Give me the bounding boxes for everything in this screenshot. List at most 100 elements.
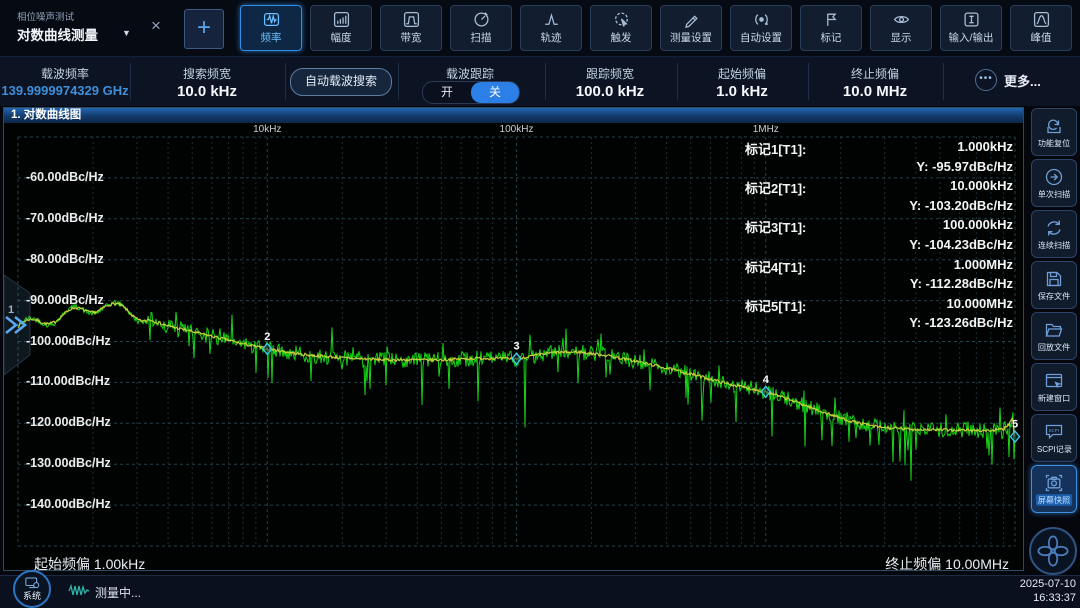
marker-icon [823, 11, 840, 28]
toolbar-tab-display[interactable]: 显示 [870, 5, 932, 51]
marker-readout-row: 标记2[T1]: 10.000kHz [745, 178, 1013, 198]
side-button-screenshot[interactable]: 屏幕快照 [1031, 465, 1077, 513]
replay-icon [1044, 320, 1064, 340]
stop-offset-value[interactable]: 10.0 MHz [843, 83, 907, 100]
tab-label: 峰值 [1031, 30, 1052, 45]
x-tick-label: 10kHz [253, 124, 281, 135]
clock: 2025-07-10 16:33:37 [1020, 577, 1076, 605]
y-tick-label: -80.00dBc/Hz [26, 252, 104, 266]
app-mode-label: 相位噪声测试 [17, 9, 74, 23]
toolbar-tab-auto-setup[interactable]: 自动设置 [730, 5, 792, 51]
side-button-label: 保存文件 [1038, 290, 1070, 301]
tab-label: 输入/输出 [949, 30, 994, 45]
carrier-freq-value[interactable]: 139.9999974329 GHz [1, 83, 128, 98]
y-tick-label: -70.00dBc/Hz [26, 211, 104, 225]
marker-readout-row: 标记3[T1]:100.000kHz [745, 217, 1013, 237]
marker-5-diamond[interactable] [1011, 431, 1020, 442]
toolbar-tab-sweep[interactable]: 扫描 [450, 5, 512, 51]
side-button-cont-sweep[interactable]: 连续扫描 [1031, 210, 1077, 258]
marker-name: 标记1[T1]: [745, 139, 806, 159]
single-sweep-icon [1044, 167, 1064, 187]
parameter-bar: 载波频率 139.9999974329 GHz 搜索频宽 10.0 kHz 自动… [0, 56, 1080, 106]
toolbar-tab-bandwidth[interactable]: 带宽 [380, 5, 442, 51]
divider [285, 63, 286, 100]
toggle-on-option[interactable]: 开 [423, 82, 471, 103]
toolbar-tab-io[interactable]: 输入/输出 [940, 5, 1002, 51]
more-button[interactable]: ••• 更多... [975, 69, 1041, 91]
close-icon[interactable]: × [151, 16, 161, 36]
screenshot-icon [1044, 473, 1064, 493]
toolbar-tab-amplitude[interactable]: 幅度 [310, 5, 372, 51]
measurement-selector[interactable]: 对数曲线测量 [17, 24, 98, 44]
display-icon [893, 11, 910, 28]
y-tick-label: -60.00dBc/Hz [26, 170, 104, 184]
marker-5-number: 5 [1012, 419, 1018, 431]
plot-area[interactable]: 12345 10kHz100kHz1MHz -60.00dBc/Hz-70.00… [4, 123, 1023, 570]
bandwidth-icon [403, 11, 420, 28]
marker-readout-row: 标记4[T1]: 1.000MHz [745, 257, 1013, 277]
instrument-screen: 相位噪声测试 对数曲线测量 ▼ × + 频率 幅度带宽扫描轨迹触发测量设置 自动设置… [0, 0, 1080, 608]
add-measurement-button[interactable]: + [184, 9, 224, 49]
brand-flower-button[interactable] [1029, 527, 1077, 575]
y-tick-label: -140.00dBc/Hz [26, 497, 111, 511]
marker-2-diamond[interactable] [263, 343, 272, 354]
peak-icon [1033, 11, 1050, 28]
toggle-off-option[interactable]: 关 [471, 82, 519, 103]
status-bar [0, 575, 1080, 608]
svg-text:SCPI: SCPI [1049, 428, 1059, 433]
side-button-label: 功能复位 [1038, 137, 1070, 148]
system-monitor-icon [25, 577, 40, 589]
side-button-label: 回放文件 [1038, 341, 1070, 352]
auto-carrier-search-button[interactable]: 自动载波搜索 [290, 68, 392, 96]
marker-freq: 1.000kHz [957, 139, 1013, 159]
y-tick-label: -110.00dBc/Hz [26, 374, 110, 388]
toolbar-tab-meas-setup[interactable]: 测量设置 [660, 5, 722, 51]
carrier-track-toggle[interactable]: 开 关 [422, 81, 520, 104]
marker-name: 标记2[T1]: [745, 178, 806, 198]
marker-name: 标记4[T1]: [745, 257, 806, 277]
measuring-wave-icon [68, 583, 90, 598]
measuring-status: 测量中... [95, 584, 141, 601]
divider [677, 63, 678, 100]
y-tick-label: -90.00dBc/Hz [26, 293, 104, 307]
marker-3-number: 3 [513, 341, 519, 353]
tab-label: 频率 [261, 30, 282, 45]
chevron-down-icon[interactable]: ▼ [122, 28, 131, 38]
toolbar-tab-trace[interactable]: 轨迹 [520, 5, 582, 51]
stop-offset-label: 终止频偏 [851, 65, 899, 82]
side-button-label: 单次扫描 [1038, 188, 1070, 199]
marker-level-row: Y: -103.20dBc/Hz [745, 198, 1013, 218]
frequency-icon [263, 11, 280, 28]
search-span-label: 搜索频宽 [183, 65, 231, 82]
y-tick-label: -100.00dBc/Hz [26, 334, 111, 348]
divider [808, 63, 809, 100]
side-button-single-sweep[interactable]: 单次扫描 [1031, 159, 1077, 207]
tab-label: 测量设置 [670, 30, 712, 45]
toolbar-tab-frequency[interactable]: 频率 [240, 5, 302, 51]
marker-readout-row: 标记1[T1]: 1.000kHz [745, 139, 1013, 159]
start-offset-value[interactable]: 1.0 kHz [716, 83, 768, 100]
trace-icon [543, 11, 560, 28]
marker-freq: 10.000kHz [950, 178, 1013, 198]
side-button-reset[interactable]: 功能复位 [1031, 108, 1077, 156]
toolbar-tab-marker[interactable]: 标记 [800, 5, 862, 51]
divider [398, 63, 399, 100]
track-span-label: 跟踪频宽 [586, 65, 634, 82]
side-button-new-window[interactable]: 新建窗口 [1031, 363, 1077, 411]
x-tick-label: 100kHz [500, 124, 534, 135]
toolbar-tab-trigger[interactable]: 触发 [590, 5, 652, 51]
stop-offset-readout: 终止频偏 10.00MHz [885, 554, 1009, 574]
track-span-value[interactable]: 100.0 kHz [576, 83, 644, 100]
side-button-replay[interactable]: 回放文件 [1031, 312, 1077, 360]
search-span-value[interactable]: 10.0 kHz [177, 83, 237, 100]
side-button-save[interactable]: 保存文件 [1031, 261, 1077, 309]
system-button[interactable]: 系统 [13, 570, 51, 608]
start-offset-label: 起始频偏 [718, 65, 766, 82]
side-button-scpi[interactable]: SCPISCPI记录 [1031, 414, 1077, 462]
plot-title-bar[interactable]: 1. 对数曲线图 [4, 108, 1023, 123]
marker-freq: 1.000MHz [954, 257, 1013, 277]
marker-level-row: Y: -112.28dBc/Hz [745, 276, 1013, 296]
io-icon [963, 11, 980, 28]
x-tick-label: 1MHz [753, 124, 779, 135]
toolbar-tab-peak[interactable]: 峰值 [1010, 5, 1072, 51]
